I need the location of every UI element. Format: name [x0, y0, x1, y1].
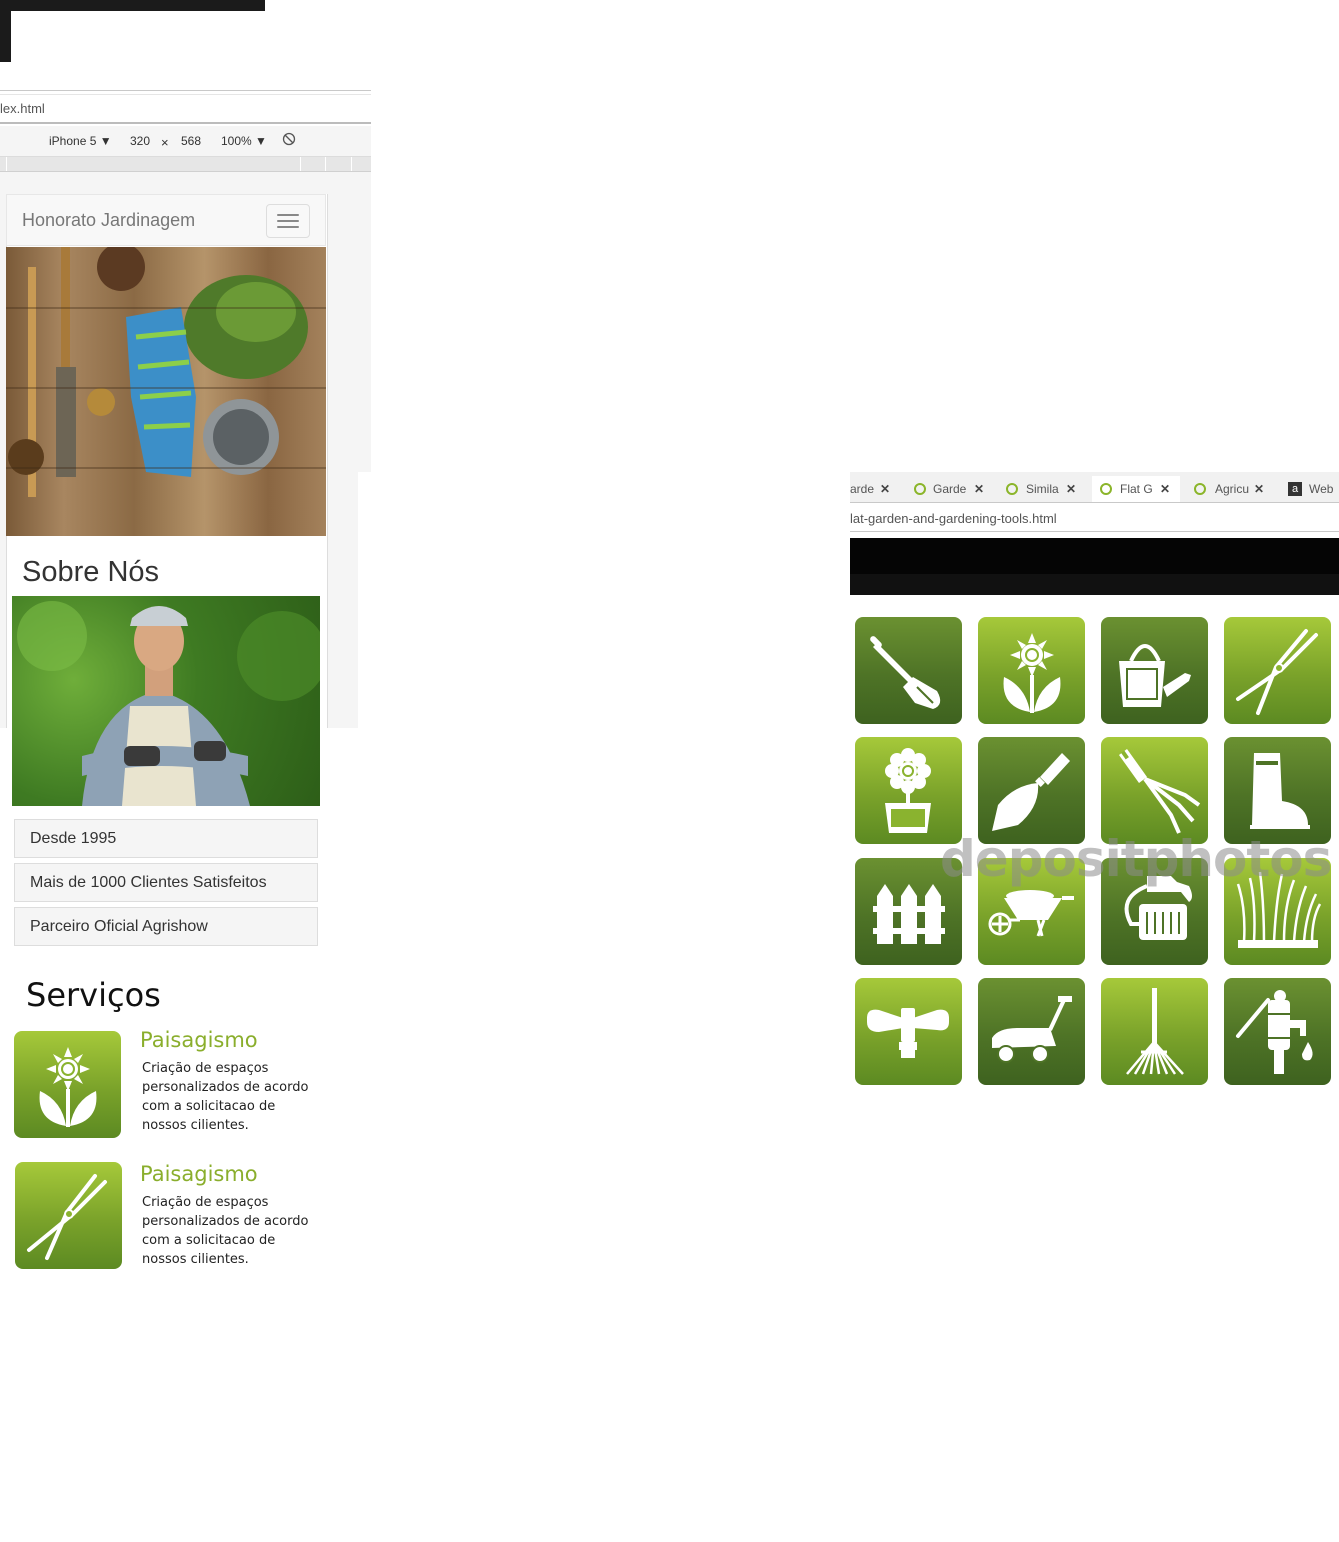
about-list-item: Desde 1995	[14, 819, 318, 858]
about-list-item: Parceiro Oficial Agrishow	[14, 907, 318, 946]
address-bar[interactable]: lat-garden-and-gardening-tools.html	[850, 507, 1339, 532]
hand-fork-icon	[1101, 737, 1208, 844]
browser-tab[interactable]: arde ✕	[850, 476, 900, 502]
address-bar-text: lex.html	[0, 101, 45, 116]
hero-image	[6, 247, 326, 536]
device-select[interactable]: iPhone 5 ▼	[49, 134, 112, 148]
watermark-text: depositphotos	[940, 830, 1332, 888]
service-description: Criação de espaços personalizados de aco…	[142, 1061, 309, 1133]
tab-label: Agricu	[1215, 482, 1250, 496]
water-pump-icon	[1224, 978, 1331, 1085]
about-list-item: Mais de 1000 Clientes Satisfeitos	[14, 863, 318, 902]
device-width[interactable]: 320	[130, 134, 150, 148]
browser-tab-active[interactable]: Flat G ✕	[1092, 476, 1180, 502]
about-heading: Sobre Nós	[22, 556, 160, 588]
service-title: Paisagismo	[140, 1028, 258, 1052]
close-icon[interactable]: ✕	[1160, 476, 1170, 502]
browser-toolbar-edge	[0, 90, 371, 95]
close-icon[interactable]: ✕	[880, 476, 890, 502]
services-heading: Serviços	[26, 976, 161, 1014]
window-edge-side	[0, 0, 11, 62]
garden-tools-photo	[8, 247, 308, 497]
dimension-separator: ×	[161, 135, 169, 150]
close-icon[interactable]: ✕	[1254, 476, 1264, 502]
address-bar[interactable]: lex.html	[0, 96, 371, 124]
sunflower-icon	[14, 1031, 121, 1138]
watering-can-icon	[1101, 617, 1208, 724]
ruler	[0, 157, 371, 172]
trowel-icon	[978, 737, 1085, 844]
sunflower-icon	[978, 617, 1085, 724]
gardener-photo	[12, 596, 320, 806]
service-title: Paisagismo	[140, 1162, 258, 1186]
close-icon[interactable]: ✕	[974, 476, 984, 502]
service-description: Criação de espaços personalizados de aco…	[142, 1195, 309, 1267]
browser-tab[interactable]: a Web I	[1282, 476, 1339, 522]
device-toolbar: iPhone 5 ▼ 320 × 568 100% ▼	[0, 126, 371, 157]
rotate-icon[interactable]	[282, 132, 296, 149]
lawn-mower-icon	[978, 978, 1085, 1085]
favicon-icon	[1194, 483, 1206, 495]
flower-pot-icon	[855, 737, 962, 844]
browser-tab[interactable]: Garde ✕	[908, 476, 996, 502]
favicon-icon	[1100, 483, 1112, 495]
shovel-icon	[855, 617, 962, 724]
tab-label: arde	[850, 482, 875, 496]
close-icon[interactable]: ✕	[1066, 476, 1076, 502]
address-bar-text: lat-garden-and-gardening-tools.html	[850, 511, 1057, 526]
hedge-shears-icon	[15, 1162, 122, 1269]
menu-toggle-button[interactable]	[266, 204, 310, 238]
device-height[interactable]: 568	[181, 134, 201, 148]
hamburger-icon	[277, 214, 299, 216]
favicon-icon	[1006, 483, 1018, 495]
amazon-favicon-icon: a	[1288, 482, 1302, 496]
favicon-icon	[914, 483, 926, 495]
tab-label: Garde	[933, 482, 967, 496]
page-header-dark-lower	[850, 574, 1339, 595]
hedge-shears-icon	[1224, 617, 1331, 724]
rubber-boot-icon	[1224, 737, 1331, 844]
browser-tab[interactable]: Simila ✕	[1000, 476, 1088, 502]
tab-label: Flat G	[1120, 482, 1153, 496]
navbar-brand[interactable]: Honorato Jardinagem	[22, 210, 195, 231]
browser-tab[interactable]: Agricu ✕	[1188, 476, 1276, 502]
window-edge	[0, 0, 265, 11]
sprinkler-icon	[855, 978, 962, 1085]
zoom-select[interactable]: 100% ▼	[221, 134, 267, 148]
rake-icon	[1101, 978, 1208, 1085]
tab-label: Simila	[1026, 482, 1059, 496]
